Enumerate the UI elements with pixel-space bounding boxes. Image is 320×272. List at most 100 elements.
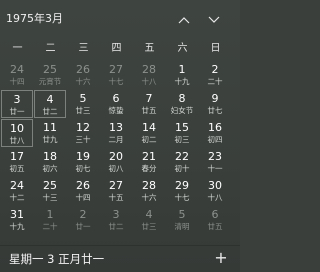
day-number: 27	[109, 63, 123, 76]
day-cell[interactable]: 26 十六	[67, 61, 99, 89]
lunar-date-label: 初四	[207, 135, 223, 144]
day-number: 28	[142, 63, 156, 76]
previous-month-button[interactable]	[175, 11, 193, 29]
lunar-date-label: 十九	[174, 77, 190, 86]
day-cell[interactable]: 8 妇女节	[166, 90, 198, 118]
chevron-down-icon	[208, 16, 220, 23]
day-number: 30	[208, 179, 222, 192]
day-cell[interactable]: 10 廿八	[1, 119, 33, 147]
day-cell[interactable]: 5 廿三	[67, 90, 99, 118]
lunar-date-label: 廿一	[75, 222, 91, 231]
day-cell[interactable]: 21 春分	[133, 148, 165, 176]
weekday-label: 一	[12, 43, 23, 54]
lunar-date-label: 惊蛰	[108, 106, 124, 115]
day-number: 27	[109, 179, 123, 192]
lunar-date-label: 十三	[42, 193, 58, 202]
day-number: 24	[10, 63, 24, 76]
day-cell[interactable]: 25 元宵节	[34, 61, 66, 89]
day-number: 18	[43, 150, 57, 163]
day-cell[interactable]: 5 清明	[166, 206, 198, 234]
lunar-date-label: 十七	[108, 77, 124, 86]
day-cell[interactable]: 15 初三	[166, 119, 198, 147]
day-cell[interactable]: 27 十五	[100, 177, 132, 205]
day-cell[interactable]: 14 初二	[133, 119, 165, 147]
day-cell[interactable]: 26 十四	[67, 177, 99, 205]
lunar-date-label: 初三	[174, 135, 190, 144]
day-cell[interactable]: 25 十三	[34, 177, 66, 205]
day-number: 15	[175, 121, 189, 134]
lunar-date-label: 初七	[75, 164, 91, 173]
calendar-header: 1975年3月	[0, 0, 240, 34]
footer-divider	[0, 245, 240, 246]
day-cell[interactable]: 31 十九	[1, 206, 33, 234]
lunar-date-label: 廿二	[108, 222, 124, 231]
day-cell[interactable]: 17 初五	[1, 148, 33, 176]
day-cell[interactable]: 9 廿七	[199, 90, 231, 118]
weekday-label: 二	[45, 43, 56, 54]
lunar-date-label: 初六	[42, 164, 58, 173]
lunar-date-label: 妇女节	[170, 106, 194, 115]
day-cell[interactable]: 19 初七	[67, 148, 99, 176]
add-event-button[interactable]: +	[212, 249, 230, 267]
day-number: 28	[142, 179, 156, 192]
day-cell[interactable]: 13 二月	[100, 119, 132, 147]
lunar-date-label: 十二	[9, 193, 25, 202]
month-title[interactable]: 1975年3月	[6, 13, 63, 25]
lunar-date-label: 二十	[42, 222, 58, 231]
day-number: 16	[208, 121, 222, 134]
lunar-date-label: 十五	[108, 193, 124, 202]
next-month-button[interactable]	[205, 11, 223, 29]
day-cell[interactable]: 16 初四	[199, 119, 231, 147]
day-number: 3	[112, 208, 120, 221]
day-cell[interactable]: 22 初十	[166, 148, 198, 176]
day-cell[interactable]: 30 十八	[199, 177, 231, 205]
day-cell[interactable]: 12 三十	[67, 119, 99, 147]
day-number: 4	[145, 208, 153, 221]
day-cell[interactable]: 11 廿九	[34, 119, 66, 147]
lunar-date-label: 三十	[75, 135, 91, 144]
day-number: 6	[112, 92, 120, 105]
day-number: 22	[175, 150, 189, 163]
lunar-date-label: 十七	[174, 193, 190, 202]
day-cell[interactable]: 20 初八	[100, 148, 132, 176]
lunar-date-label: 廿二	[42, 107, 58, 116]
day-cell[interactable]: 6 廿五	[199, 206, 231, 234]
lunar-date-label: 二十	[207, 77, 223, 86]
lunar-date-label: 十九	[9, 222, 25, 231]
lunar-date-label: 廿三	[75, 106, 91, 115]
lunar-date-label: 元宵节	[38, 77, 62, 86]
day-number: 1	[178, 63, 186, 76]
day-cell[interactable]: 24 十四	[1, 61, 33, 89]
day-number: 20	[109, 150, 123, 163]
day-cell[interactable]: 18 初六	[34, 148, 66, 176]
lunar-date-label: 二月	[108, 135, 124, 144]
lunar-date-label: 廿八	[9, 136, 25, 145]
day-cell[interactable]: 6 惊蛰	[100, 90, 132, 118]
day-cell[interactable]: 1 二十	[34, 206, 66, 234]
calendar-flyout: 1975年3月 一 二 三 四 五 六 日 24 十四 25 元宵节 26 十六 27 十七 2…	[0, 0, 240, 272]
day-cell[interactable]: 7 廿五	[133, 90, 165, 118]
day-cell[interactable]: 3 廿二	[100, 206, 132, 234]
day-cell[interactable]: 4 廿三	[133, 206, 165, 234]
day-number: 25	[43, 63, 57, 76]
day-number: 4	[46, 93, 54, 106]
day-cell[interactable]: 28 十六	[133, 177, 165, 205]
day-cell[interactable]: 3 廿一	[1, 90, 33, 118]
day-cell[interactable]: 2 廿一	[67, 206, 99, 234]
day-number: 3	[13, 93, 21, 106]
day-cell[interactable]: 23 十一	[199, 148, 231, 176]
day-cell[interactable]: 24 十二	[1, 177, 33, 205]
day-cell[interactable]: 4 廿二	[34, 90, 66, 118]
lunar-date-label: 廿三	[141, 222, 157, 231]
lunar-date-label: 廿七	[207, 106, 223, 115]
day-number: 2	[79, 208, 87, 221]
day-number: 6	[211, 208, 219, 221]
day-cell[interactable]: 2 二十	[199, 61, 231, 89]
day-cell[interactable]: 29 十七	[166, 177, 198, 205]
day-cell[interactable]: 27 十七	[100, 61, 132, 89]
lunar-date-label: 初二	[141, 135, 157, 144]
day-cell[interactable]: 1 十九	[166, 61, 198, 89]
day-number: 31	[10, 208, 24, 221]
day-number: 26	[76, 179, 90, 192]
day-cell[interactable]: 28 十八	[133, 61, 165, 89]
